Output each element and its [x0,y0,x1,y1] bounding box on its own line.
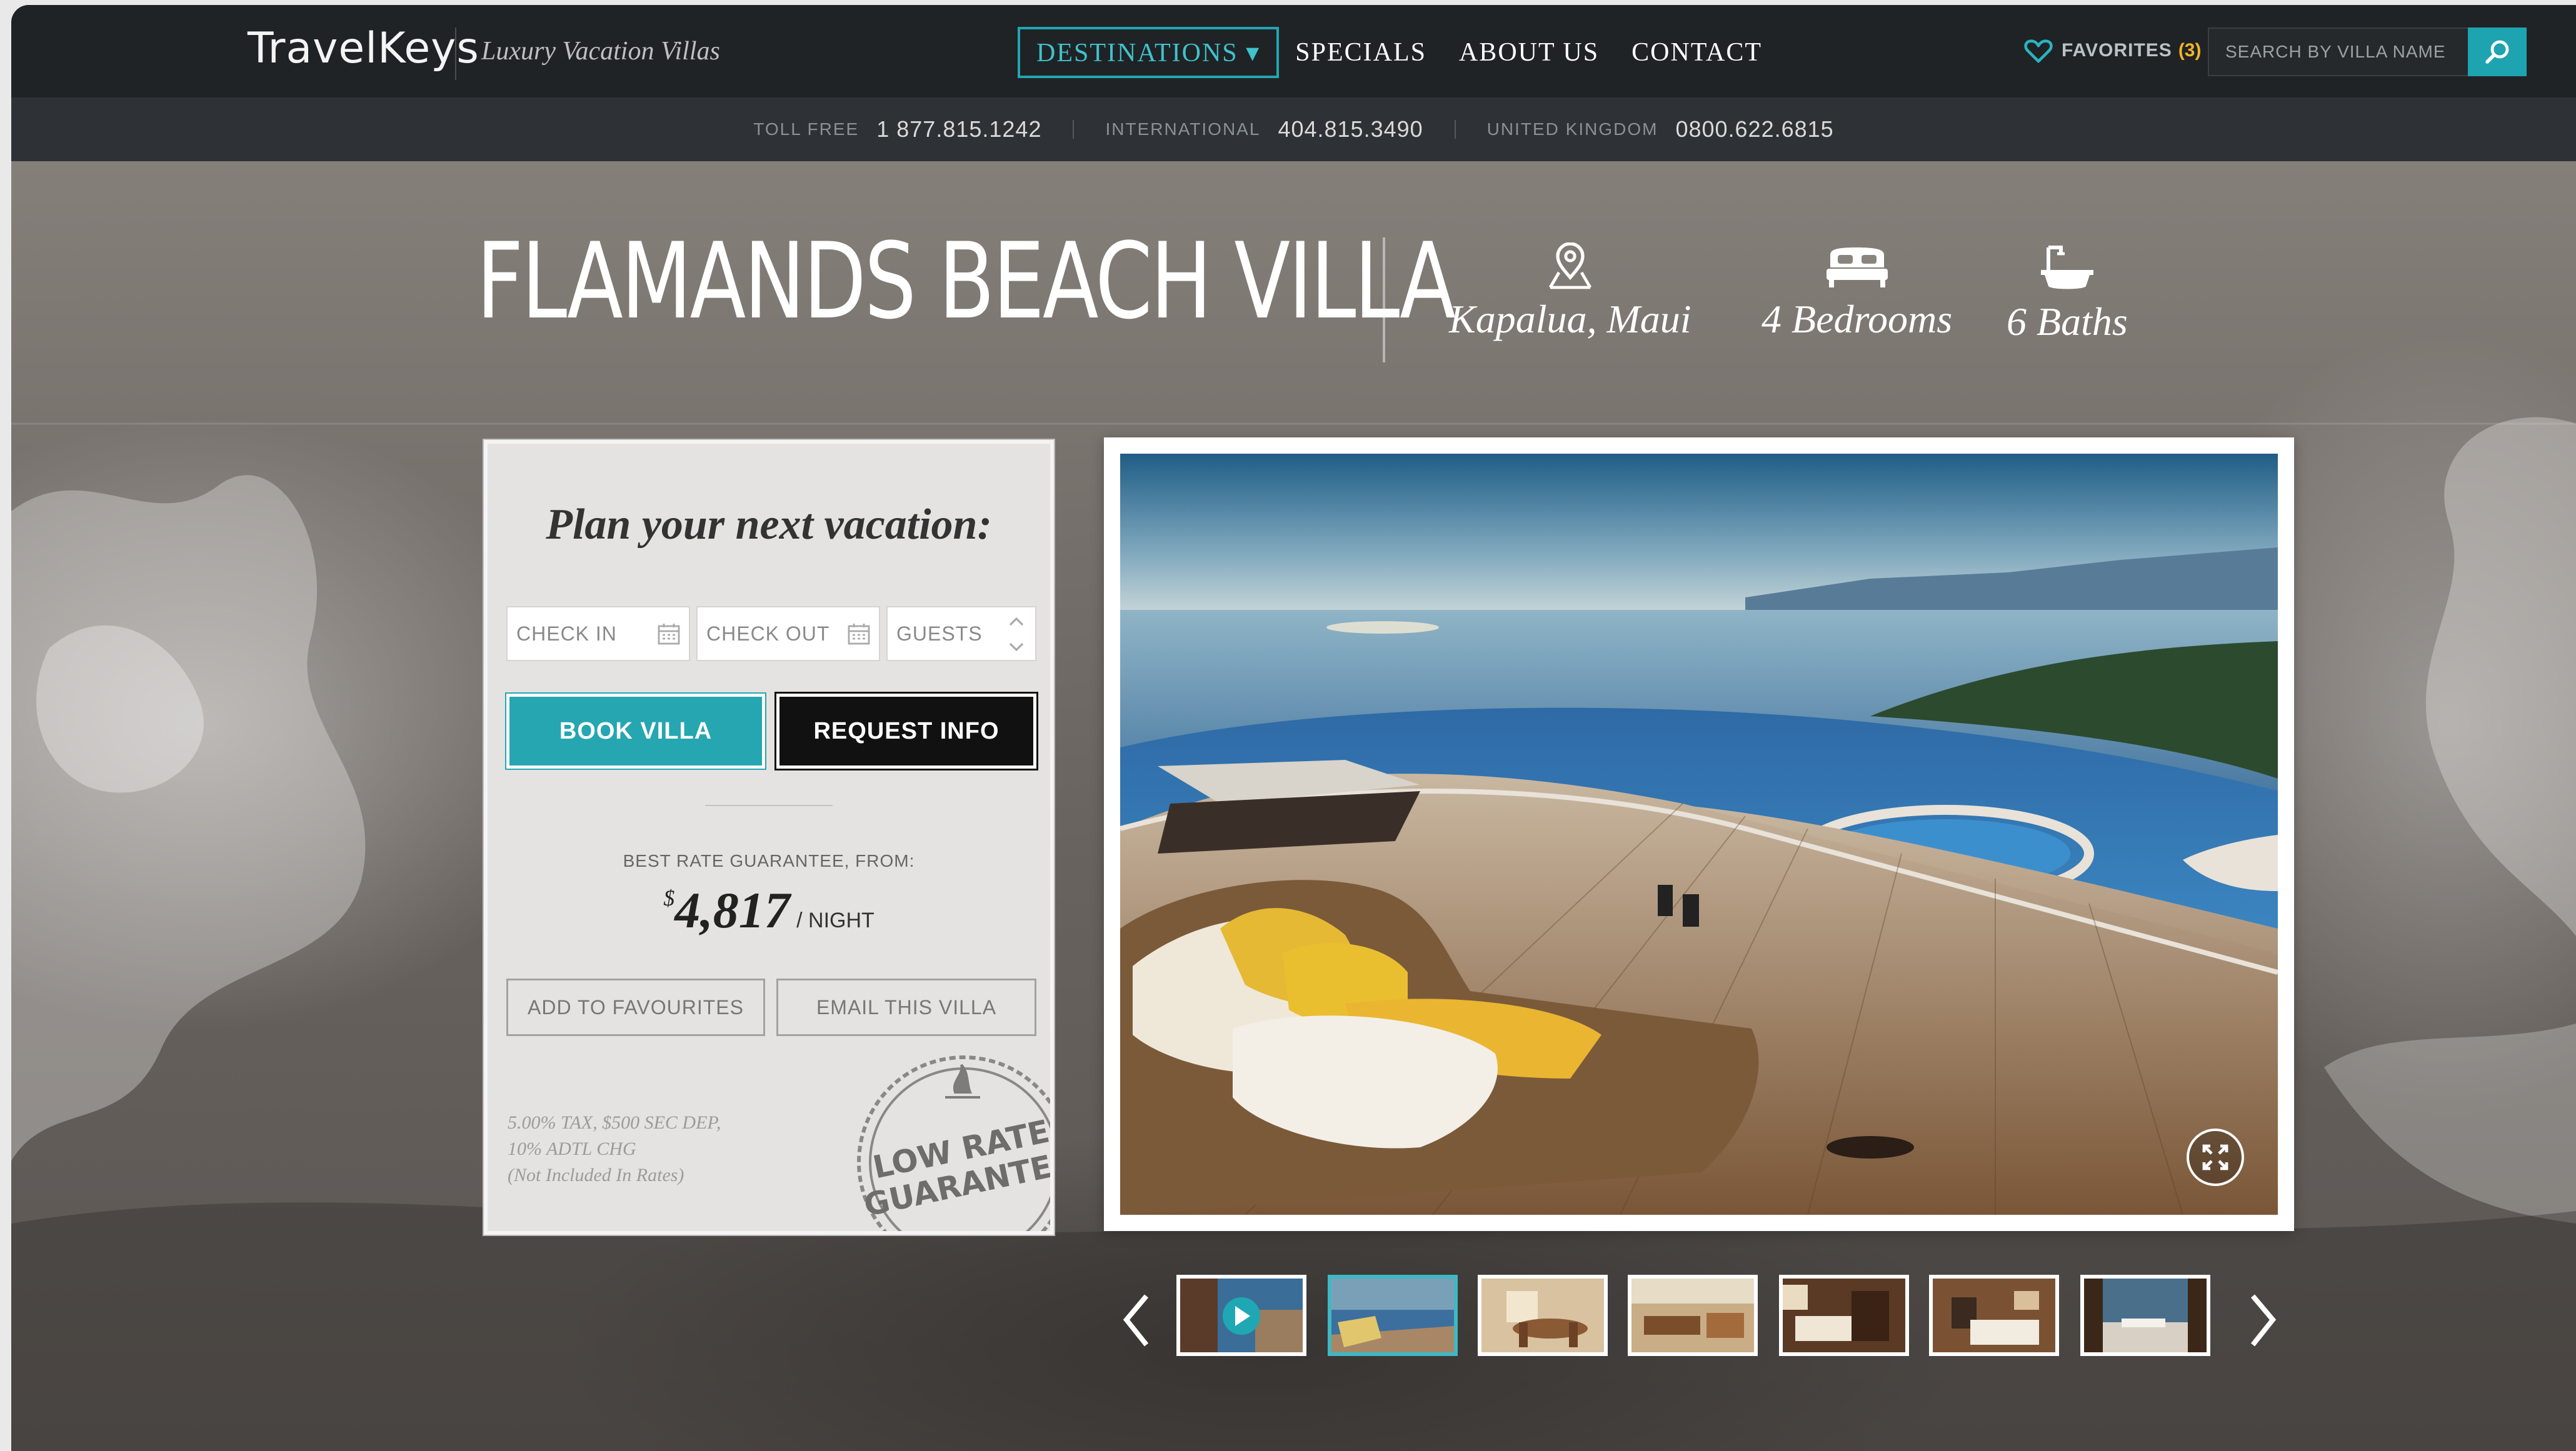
price-currency: $ [663,885,675,910]
nav-contact[interactable]: CONTACT [1631,37,1762,67]
gallery-prev-arrow[interactable] [1119,1291,1153,1350]
price-value: 4,817 [674,882,790,939]
phone-number-uk[interactable]: 0800.622.6815 [1675,116,1833,142]
gallery-thumb-living[interactable] [1628,1275,1758,1356]
search-button[interactable] [2468,27,2527,76]
terrace-thumb-image [2084,1279,2207,1352]
gallery-thumb-terrace[interactable] [2080,1275,2210,1356]
villa-search-input[interactable] [2209,29,2465,75]
gallery-thumb-bedroom[interactable] [1779,1275,1909,1356]
favorites-link[interactable]: FAVORITES (3) [2024,37,2201,64]
villa-title: FLAMANDS BEACH VILLA [476,220,1456,342]
low-rate-stamp: LOW RATE GUARANTEE [857,1055,1050,1231]
booking-title: Plan your next vacation: [546,501,992,549]
guests-label: GUESTS [896,622,983,645]
phone-label-uk: UNITED KINGDOM [1486,119,1658,139]
email-villa-button[interactable]: EMAIL THIS VILLA [776,979,1036,1036]
expand-icon [2202,1144,2228,1170]
video-thumb-image [1180,1279,1303,1352]
booking-panel: Plan your next vacation: CHECK IN CHECK … [484,440,1054,1235]
gallery-thumb-bedroom-two[interactable] [1929,1275,2059,1356]
search-icon [2485,40,2509,64]
villa-baths: 6 Baths [2007,299,2128,344]
main-photo-frame [1104,437,2294,1231]
tax-line: (Not Included In Rates) [508,1165,684,1185]
nav-destinations[interactable]: DESTINATIONS ▾ [1018,27,1280,78]
favorites-label: FAVORITES [2062,40,2172,61]
phone-separator [1454,120,1456,139]
browser-frame: TravelKeys Luxury Vacation Villas DESTIN… [11,5,2576,1451]
phone-label-tollfree: TOLL FREE [753,119,860,139]
villa-search [2208,27,2480,76]
bedroom-thumb-image [1783,1279,1905,1352]
villa-hero: FLAMANDS BEACH VILLA Kapalua, Maui 4 Bed… [11,161,2576,1451]
living-thumb-image [1631,1279,1754,1352]
check-in-label: CHECK IN [516,622,617,645]
calendar-icon [658,624,680,645]
bedroom-two-thumb-image [1933,1279,2055,1352]
check-out-label: CHECK OUT [706,622,830,645]
gallery-thumb-pool[interactable] [1328,1275,1458,1356]
check-in-field[interactable]: CHECK IN [506,606,690,661]
bed-icon [1826,247,1888,287]
logo-divider [455,27,456,80]
price-display: $4,817 / NIGHT [488,881,1050,940]
pool-deck-image [1120,454,2278,1215]
rate-guarantee-label: BEST RATE GUARANTEE, FROM: [623,851,915,870]
top-navbar: TravelKeys Luxury Vacation Villas DESTIN… [11,5,2576,97]
tax-line: 10% ADTL CHG [508,1139,636,1159]
gallery-next-arrow[interactable] [2247,1291,2280,1350]
tax-line: 5.00% TAX, $500 SEC DEP, [508,1112,721,1133]
fullscreen-button[interactable] [2187,1129,2244,1186]
phone-number-international[interactable]: 404.815.3490 [1278,116,1423,142]
feature-location: Kapalua, Maui [1449,242,1691,342]
nav-specials[interactable]: SPECIALS [1295,37,1426,67]
title-divider [1383,237,1385,362]
stepper-arrows-icon[interactable] [1004,612,1029,656]
heart-icon [2024,39,2053,63]
add-to-favourites-button[interactable]: ADD TO FAVOURITES [506,979,765,1036]
pool-thumb-image [1331,1279,1454,1352]
villa-location: Kapalua, Maui [1449,297,1691,341]
dining-thumb-image [1481,1279,1604,1352]
tax-note: 5.00% TAX, $500 SEC DEP, 10% ADTL CHG (N… [508,1110,795,1189]
phone-label-international: INTERNATIONAL [1105,119,1261,139]
logo[interactable]: TravelKeys [248,24,479,73]
favorites-count: (3) [2178,40,2202,61]
guests-stepper[interactable]: GUESTS [886,606,1036,661]
phone-number-tollfree[interactable]: 1 877.815.1242 [876,116,1041,142]
bathtub-icon [2040,246,2093,289]
calendar-icon [848,624,870,645]
tagline: Luxury Vacation Villas [481,37,720,66]
main-photo[interactable] [1120,454,2278,1215]
feature-bedrooms: 4 Bedrooms [1762,242,1952,342]
phone-separator [1073,120,1075,139]
price-per-night: / NIGHT [796,909,875,932]
nav-about-us[interactable]: ABOUT US [1459,37,1599,67]
gallery-thumb-dining[interactable] [1478,1275,1608,1356]
check-out-field[interactable]: CHECK OUT [696,606,880,661]
phone-bar: TOLL FREE 1 877.815.1242 INTERNATIONAL 4… [11,97,2576,161]
map-pin-icon [1548,242,1591,289]
villa-bedrooms: 4 Bedrooms [1762,297,1953,341]
gallery-thumb-video[interactable] [1176,1275,1306,1356]
book-villa-button[interactable]: BOOK VILLA [506,694,765,769]
panel-divider [705,805,833,806]
request-info-button[interactable]: REQUEST INFO [776,694,1036,769]
main-nav: DESTINATIONS ▾ SPECIALS ABOUT US CONTACT [1018,25,1795,80]
feature-baths: 6 Baths [2007,242,2128,345]
